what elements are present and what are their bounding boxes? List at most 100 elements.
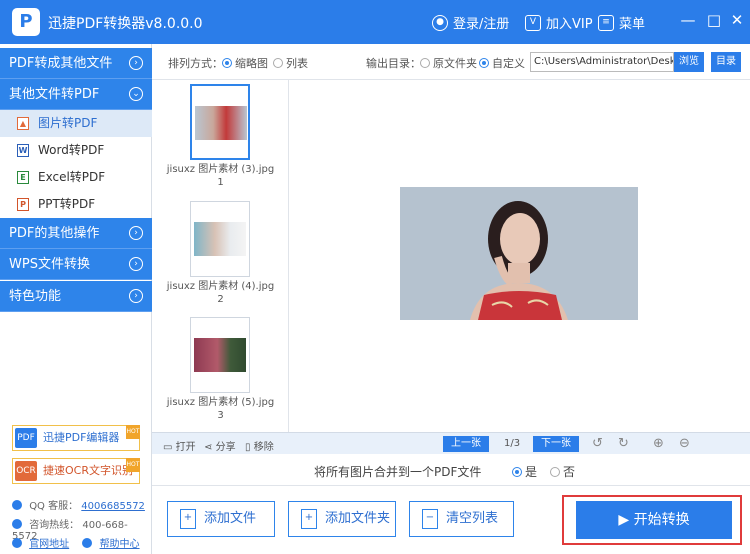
add-file-button[interactable]: + 添加文件 [167,501,275,537]
share-label: 分享 [215,442,236,453]
start-convert-button[interactable]: ▶ 开始转换 [576,501,732,539]
menu-button[interactable]: ≡ 菜单 [598,13,645,32]
add-folder-label: 添加文件夹 [325,511,391,526]
sidebar-item-excel-to-pdf[interactable]: E Excel转PDF [0,164,152,191]
user-icon: ● [432,14,448,31]
zoom-out-icon[interactable]: ⊖ [679,436,690,452]
promo-label: 迅捷PDF编辑器 [43,431,120,444]
output-label: 输出目录： [366,57,421,70]
excel-file-icon: E [17,171,29,184]
category-label: WPS文件转换 [9,257,90,272]
add-folder-button[interactable]: + 添加文件夹 [288,501,396,537]
open-directory-button[interactable]: 目录 [711,52,741,72]
radio-checked-icon [512,467,522,477]
thumbnail-index: 2 [217,294,224,305]
output-original-radio[interactable]: 原文件夹 [420,55,477,71]
promo-label: 捷速OCR文字识别 [43,464,133,477]
open-label: 打开 [175,442,196,453]
sort-list-radio[interactable]: 列表 [273,55,308,71]
radio-checked-icon [222,58,232,68]
sidebar: PDF转成其他文件 › 其他文件转PDF ⌄ ▲ 图片转PDF W Word转P… [0,44,152,554]
thumbnail-item-2[interactable] [190,201,250,277]
preview-image [400,187,638,320]
image-file-icon: ▲ [17,117,29,130]
start-highlight-frame: ▶ 开始转换 [562,495,742,545]
vip-icon: V [525,14,541,31]
thumbnail-filename: jisuxz 图片素材 (4).jpg [166,281,275,292]
rotate-right-icon[interactable]: ↻ [618,436,629,452]
next-image-button[interactable]: 下一张 [533,436,579,452]
thumbnail-filename: jisuxz 图片素材 (3).jpg [166,164,275,175]
radio-unchecked-icon [420,58,430,68]
hot-badge: HOT [126,425,140,439]
sidebar-category-wps[interactable]: WPS文件转换 › [0,249,152,280]
hot-badge: HOT [126,458,140,472]
thumbnail-toolbar: ▭ 打开 ⋖ 分享 ▯ 移除 上一张 1/3 下一张 ↺ ↻ ⊕ ⊖ [152,432,750,454]
merge-no-radio[interactable]: 否 [550,463,575,480]
sidebar-category-pdf-to-other[interactable]: PDF转成其他文件 › [0,48,152,79]
add-file-label: 添加文件 [204,511,257,526]
start-label: 开始转换 [633,512,690,528]
maximize-button[interactable]: □ [706,12,722,28]
remove-button[interactable]: ▯ 移除 [245,438,274,453]
menu-icon: ≡ [598,14,614,31]
zoom-in-icon[interactable]: ⊕ [653,436,664,452]
thumbnail-list: jisuxz 图片素材 (3).jpg 1 jisuxz 图片素材 (4).jp… [152,80,289,432]
remove-label: 移除 [253,442,274,453]
share-icon: ⋖ [204,442,213,453]
merge-yes-radio[interactable]: 是 [512,463,537,480]
sidebar-item-word-to-pdf[interactable]: W Word转PDF [0,137,152,164]
word-file-icon: W [17,144,29,157]
help-icon [82,538,93,548]
sort-label: 排列方式： [168,57,223,70]
thumbnail-image [195,106,247,140]
vip-button[interactable]: V 加入VIP [525,13,593,32]
sidebar-item-label: Word转PDF [38,143,105,157]
sort-thumbnail-radio[interactable]: 缩略图 [222,55,268,71]
sidebar-item-image-to-pdf[interactable]: ▲ 图片转PDF [0,110,152,137]
clear-list-label: 清空列表 [446,511,499,526]
sidebar-category-features[interactable]: 特色功能 › [0,281,152,312]
thumbnail-item-1[interactable] [190,84,250,160]
radio-label: 列表 [286,57,308,70]
category-label: 其他文件转PDF [9,87,100,102]
menu-label: 菜单 [619,17,646,32]
qq-number-link[interactable]: 4006685572 [81,501,145,512]
open-button[interactable]: ▭ 打开 [163,438,196,453]
sidebar-category-other-to-pdf[interactable]: 其他文件转PDF ⌄ [0,79,152,110]
action-bar: + 添加文件 + 添加文件夹 − 清空列表 ▶ 开始转换 [152,486,750,554]
pdf-editor-icon: PDF [15,428,37,448]
prev-image-button[interactable]: 上一张 [443,436,489,452]
website-link[interactable]: 官网地址 [29,539,69,550]
sidebar-item-ppt-to-pdf[interactable]: P PPT转PDF [0,191,152,218]
close-button[interactable]: ✕ [729,12,745,28]
minimize-button[interactable]: — [680,12,696,28]
app-logo-icon: P [12,8,40,36]
sidebar-category-pdf-other-ops[interactable]: PDF的其他操作 › [0,218,152,249]
category-label: PDF转成其他文件 [9,56,113,71]
chevron-right-icon: › [129,56,143,70]
help-link[interactable]: 帮助中心 [100,539,140,550]
promo-ocr[interactable]: OCR 捷速OCR文字识别 HOT [12,458,140,484]
share-button[interactable]: ⋖ 分享 [204,438,236,453]
login-button[interactable]: ● 登录/注册 [432,13,509,32]
add-folder-icon: + [301,509,317,529]
qq-label: QQ 客服： [29,501,79,512]
promo-pdf-editor[interactable]: PDF 迅捷PDF编辑器 HOT [12,425,140,451]
thumbnail-image [194,222,246,256]
ppt-file-icon: P [17,198,29,211]
rotate-left-icon[interactable]: ↺ [592,436,603,452]
qq-support: QQ 客服： 4006685572 [12,497,145,512]
sidebar-item-label: 图片转PDF [38,116,98,130]
thumbnail-index: 3 [217,410,224,421]
radio-label: 自定义 [492,57,525,70]
output-custom-radio[interactable]: 自定义 [479,55,525,71]
browse-button[interactable]: 浏览 [674,52,704,72]
output-path-field[interactable]: C:\Users\Administrator\Desktop [530,52,674,72]
thumbnail-item-3[interactable] [190,317,250,393]
radio-unchecked-icon [550,467,560,477]
clear-list-button[interactable]: − 清空列表 [409,501,514,537]
radio-checked-icon [479,58,489,68]
vip-label: 加入VIP [546,17,593,32]
thumbnail-image [194,338,246,372]
